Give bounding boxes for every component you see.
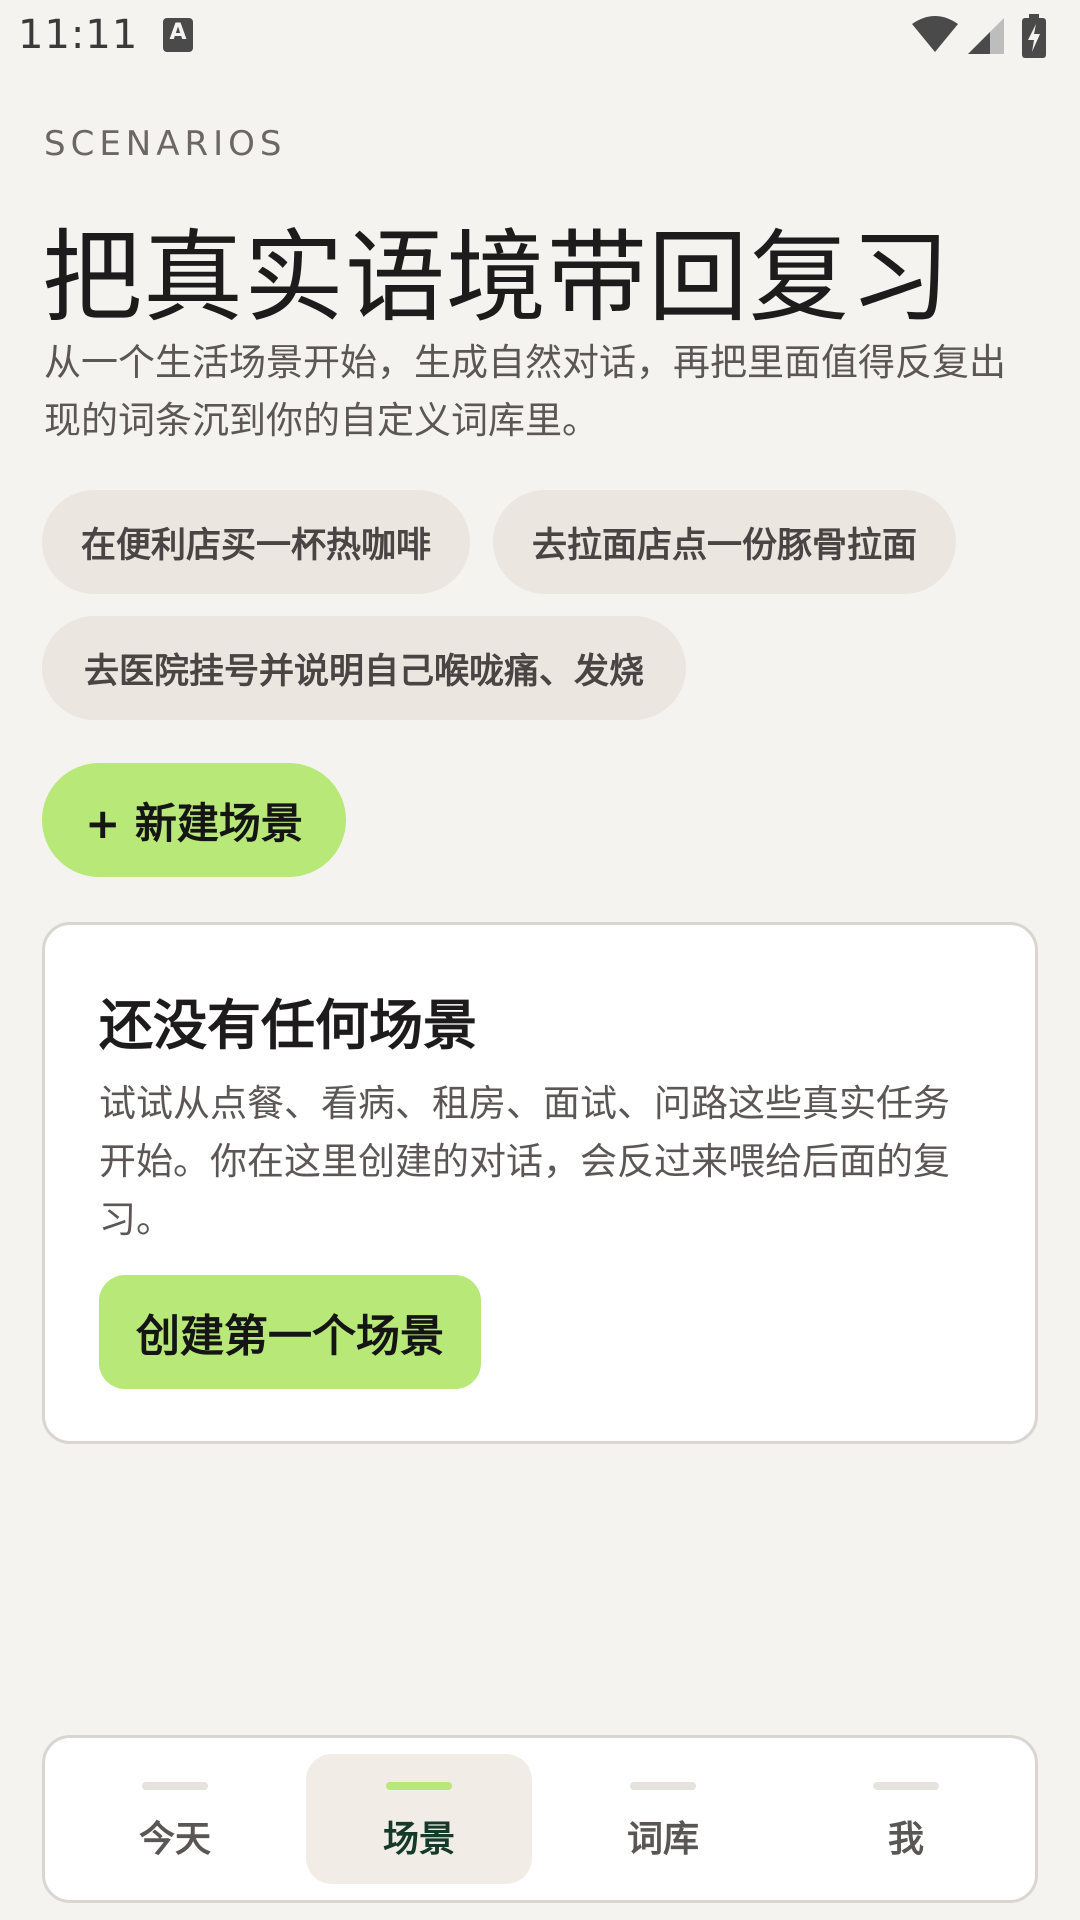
nav-item-scenarios[interactable]: 场景 [306,1754,532,1884]
scenarios-screen: 11:11 A SCENARIOS 把真实语境带回复习 从一个生活场景开始，生成… [0,0,1080,1920]
nav-label: 词库 [626,1819,699,1860]
nav-label: 场景 [382,1819,455,1860]
page-description: 从一个生活场景开始，生成自然对话，再把里面值得反复出现的词条沉到你的自定义词库里… [44,341,1006,442]
nav-item-me[interactable]: 我 [793,1754,1019,1884]
scenario-chip[interactable]: 在便利店买一杯热咖啡 [42,490,470,594]
status-bar: 11:11 A [0,0,1080,72]
nav-label: 我 [887,1819,924,1860]
new-scene-button[interactable]: + 新建场景 [42,763,346,877]
section-eyebrow: SCENARIOS [44,124,287,164]
empty-state-title: 还没有任何场景 [99,994,477,1057]
nav-label: 今天 [138,1819,211,1860]
nav-item-vocabulary[interactable]: 词库 [550,1754,776,1884]
status-icons [912,14,1062,58]
nav-item-today[interactable]: 今天 [62,1754,288,1884]
page-title: 把真实语境带回复习 [42,219,951,336]
empty-state-description: 试试从点餐、看病、租房、面试、问路这些真实任务开始。你在这里创建的对话，会反过来… [99,1082,950,1241]
cellular-signal-icon [968,18,1004,54]
bottom-navigation: 今天 场景 词库 我 [42,1735,1038,1903]
empty-state-card: 还没有任何场景 试试从点餐、看病、租房、面试、问路这些真实任务开始。你在这里创建… [42,922,1038,1444]
create-first-scene-button[interactable]: 创建第一个场景 [99,1275,481,1389]
battery-charging-icon [1022,14,1046,58]
nav-indicator [630,1782,696,1790]
status-time: 11:11 [18,12,139,58]
nav-indicator [386,1782,452,1790]
a-icon: A [163,18,193,52]
nav-indicator [873,1782,939,1790]
wifi-icon [912,16,958,52]
scenario-chip[interactable]: 去拉面店点一份豚骨拉面 [493,490,956,594]
nav-indicator [142,1782,208,1790]
scenario-chip[interactable]: 去医院挂号并说明自己喉咙痛、发烧 [42,616,686,720]
